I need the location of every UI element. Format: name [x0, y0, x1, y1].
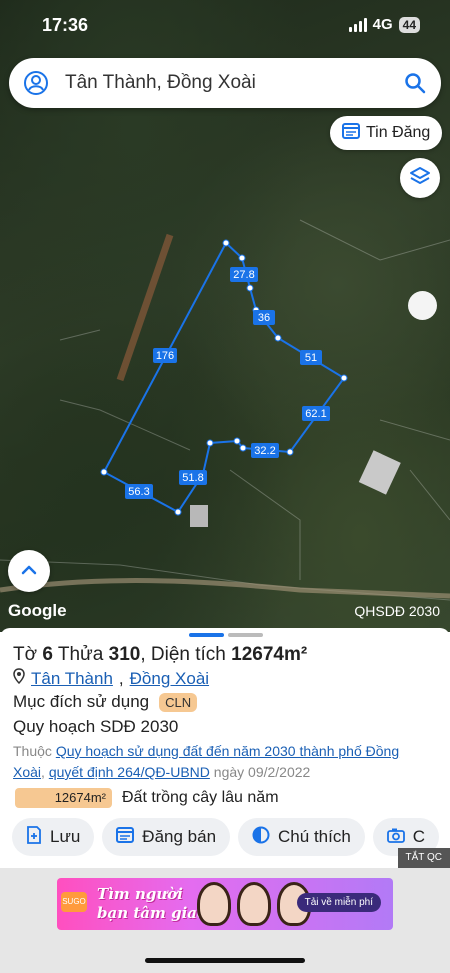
listing-icon [116, 826, 135, 848]
edge-label: 27.8 [233, 269, 254, 281]
sell-button[interactable]: Đăng bán [102, 818, 231, 856]
edge-label: 51.8 [182, 472, 203, 484]
ad-logo: SUGO [61, 892, 87, 912]
camera-icon [386, 827, 405, 848]
purpose-label: Mục đích sử dụng [13, 692, 150, 711]
ad-banner-area: SUGO Tìm người bạn tâm giao Tải về miễn … [0, 868, 450, 973]
layers-button[interactable] [400, 158, 440, 198]
search-input[interactable]: Tân Thành, Đồng Xoài [65, 72, 256, 94]
parcel-title: Tờ 6 Thửa 310, Diện tích 12674m² [13, 644, 308, 665]
legend-button[interactable]: Chú thích [238, 818, 365, 856]
edge-label: 36 [258, 312, 270, 324]
area-chip: 12674m² [15, 788, 112, 808]
battery-icon: 44 [398, 16, 420, 33]
expand-button[interactable] [8, 550, 50, 592]
network-type: 4G [372, 16, 393, 33]
listing-icon [342, 122, 360, 144]
hide-ads-button[interactable]: TẮT QC [397, 848, 450, 868]
ad-cta-button[interactable]: Tải về miễn phí [296, 893, 381, 912]
plan-reference: Thuộc Quy hoạch sử dụng đất đến năm 2030… [13, 743, 400, 780]
edge-label: 51 [305, 352, 317, 364]
action-bar: Lưu Đăng bán Chú thích C [12, 818, 440, 856]
google-logo: Google [8, 601, 67, 620]
parcel-location: Tân Thành, Đồng Xoài [13, 668, 209, 689]
chevron-up-icon [21, 562, 37, 580]
parcel-boundary [102, 241, 346, 514]
map-handle[interactable] [408, 291, 437, 320]
land-type-label: Đất trồng cây lâu năm [122, 789, 279, 806]
pin-icon [13, 668, 25, 689]
ad-headline: Tìm người bạn tâm giao [97, 885, 207, 922]
purpose-badge: CLN [159, 692, 198, 712]
save-icon [26, 825, 42, 849]
tin-dang-button[interactable]: Tin Đăng [330, 116, 443, 150]
parcel-info-sheet: Tờ 6 Thửa 310, Diện tích 12674m² Tân Thà… [0, 628, 450, 868]
edge-label: 176 [156, 350, 174, 362]
land-use-purpose: Mục đích sử dụng CLN [13, 692, 198, 712]
ward-link[interactable]: Tân Thành [31, 669, 113, 689]
search-icon[interactable] [403, 71, 427, 100]
land-type-row: 12674m² Đất trồng cây lâu năm [15, 788, 279, 808]
status-bar: 17:36 4G 44 [0, 0, 450, 50]
home-indicator[interactable] [145, 958, 305, 963]
status-time: 17:36 [42, 15, 89, 35]
map-view[interactable]: 27.8 36 51 62.1 32.2 51.8 56.3 176 17:36… [0, 0, 450, 632]
page-indicator [189, 633, 263, 637]
search-bar[interactable]: Tân Thành, Đồng Xoài [9, 58, 441, 108]
signal-icon [348, 17, 367, 32]
layers-icon [409, 165, 431, 192]
save-button[interactable]: Lưu [12, 818, 95, 856]
overlay-label: QHSDĐ 2030 [354, 603, 440, 619]
edge-label: 56.3 [128, 486, 149, 498]
edge-labels: 27.8 36 51 62.1 32.2 51.8 56.3 176 [125, 267, 330, 499]
edge-label: 62.1 [305, 408, 326, 420]
tin-dang-label: Tin Đăng [366, 124, 431, 141]
ad-image [197, 882, 311, 926]
ad-banner[interactable]: SUGO Tìm người bạn tâm giao Tải về miễn … [57, 878, 393, 930]
edge-label: 32.2 [254, 445, 275, 457]
plan-label: Quy hoạch SDĐ 2030 [13, 717, 179, 736]
half-circle-icon [252, 826, 270, 849]
city-link[interactable]: Đồng Xoài [130, 669, 209, 689]
decision-link[interactable]: quyết định 264/QĐ-UBND [49, 764, 210, 780]
user-icon[interactable] [23, 70, 49, 101]
